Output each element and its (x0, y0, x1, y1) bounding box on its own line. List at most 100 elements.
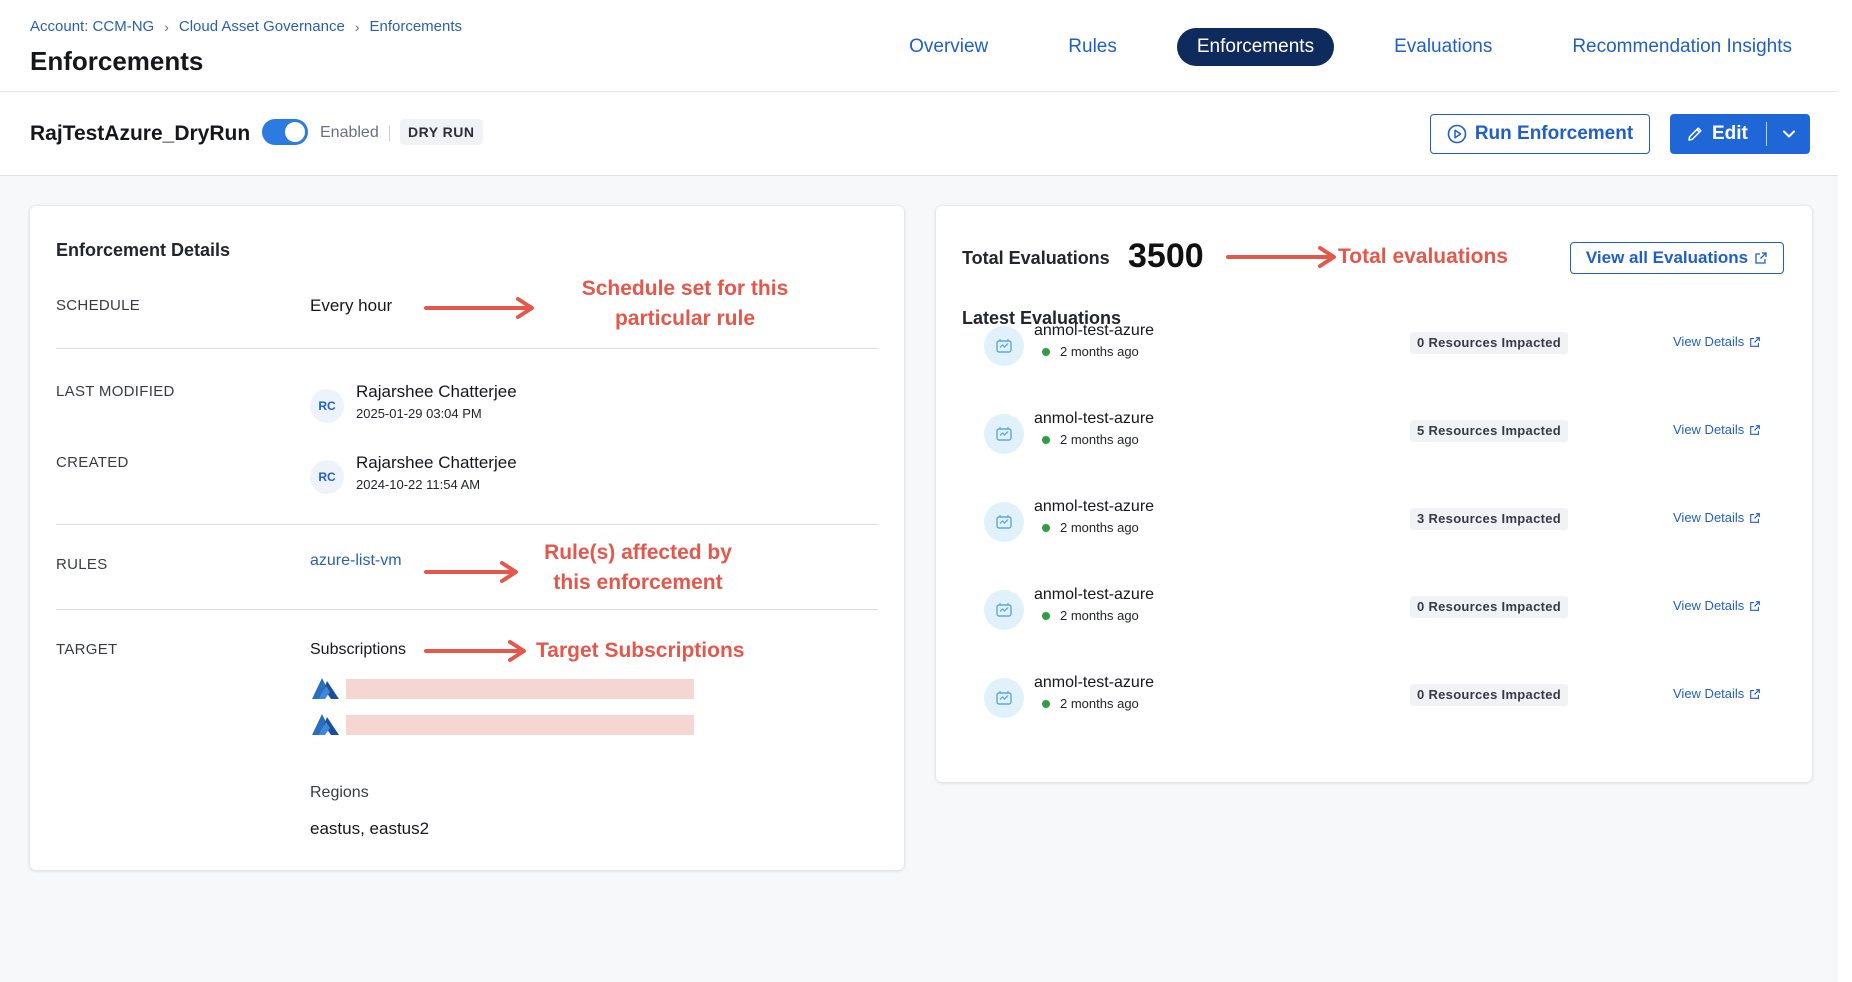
last-modified-label: LAST MODIFIED (56, 383, 175, 400)
view-all-evaluations-button[interactable]: View all Evaluations (1570, 242, 1784, 274)
view-details-link[interactable]: View Details (1673, 686, 1761, 701)
status-dot (1042, 700, 1050, 708)
arrow-right-icon (1226, 246, 1336, 268)
evaluation-row: anmol-test-azure 2 months ago 3 Resources … (936, 492, 1812, 552)
divider (389, 125, 390, 141)
rules-label: RULES (56, 556, 108, 573)
page-header: Account: CCM-NG › Cloud Asset Governance… (0, 0, 1838, 92)
redacted-subscription (346, 715, 694, 735)
external-link-icon (1750, 336, 1761, 347)
breadcrumb-section[interactable]: Cloud Asset Governance (179, 18, 345, 35)
avatar: RC (310, 389, 344, 423)
breadcrumb-current[interactable]: Enforcements (369, 18, 462, 35)
target-label: TARGET (56, 641, 118, 658)
breadcrumb: Account: CCM-NG › Cloud Asset Governance… (30, 18, 462, 35)
edit-label: Edit (1712, 123, 1748, 144)
last-modified-date: 2025-01-29 03:04 PM (356, 406, 482, 421)
resources-impacted-badge: 0 Resources Impacted (1410, 596, 1569, 618)
evaluation-time: 2 months ago (1060, 432, 1139, 447)
chevron-right-icon: › (164, 18, 169, 35)
divider (56, 524, 878, 525)
enforcement-header: RajTestAzure_DryRun Enabled DRY RUN Run … (0, 92, 1838, 176)
annotation-target: Target Subscriptions (536, 639, 745, 662)
avatar: RC (310, 460, 344, 494)
resources-impacted-badge: 0 Resources Impacted (1410, 684, 1569, 706)
annotation-schedule: Schedule set for this particular rule (581, 277, 789, 330)
rule-link[interactable]: azure-list-vm (310, 552, 402, 570)
breadcrumb-account[interactable]: Account: CCM-NG (30, 18, 154, 35)
status-dot (1042, 348, 1050, 356)
tab-recommendation-insights[interactable]: Recommendation Insights (1552, 28, 1812, 66)
tab-overview[interactable]: Overview (889, 28, 1008, 66)
regions-value: eastus, eastus2 (310, 819, 430, 838)
evaluation-time: 2 months ago (1060, 344, 1139, 359)
evaluation-time: 2 months ago (1060, 608, 1139, 623)
evaluation-time: 2 months ago (1060, 520, 1139, 535)
divider (56, 348, 878, 349)
annotation-rules: Rule(s) affected by this enforcement (544, 541, 732, 594)
evaluation-name: anmol-test-azure (1034, 674, 1155, 691)
evaluation-icon (984, 678, 1024, 718)
last-modified-user: Rajarshee Chatterjee (356, 382, 517, 401)
schedule-value: Every hour (310, 296, 393, 315)
view-all-label: View all Evaluations (1585, 248, 1749, 267)
enforcement-name: RajTestAzure_DryRun (30, 122, 251, 145)
evaluation-icon (984, 326, 1024, 366)
edit-dropdown-button[interactable] (1767, 129, 1810, 139)
external-link-icon (1750, 512, 1761, 523)
status-dot (1042, 524, 1050, 532)
arrow-right-icon (424, 297, 534, 319)
nav-tabs: Overview Rules Enforcements Evaluations … (869, 28, 1838, 66)
view-details-link[interactable]: View Details (1673, 334, 1761, 349)
play-circle-icon (1447, 124, 1467, 144)
divider (56, 609, 878, 610)
redacted-subscription (346, 679, 694, 699)
pencil-icon (1688, 127, 1702, 141)
evaluation-name: anmol-test-azure (1034, 498, 1155, 515)
tab-evaluations[interactable]: Evaluations (1374, 28, 1512, 66)
view-details-label: View Details (1673, 686, 1745, 701)
status-dot (1042, 612, 1050, 620)
view-details-link[interactable]: View Details (1673, 422, 1761, 437)
chevron-right-icon: › (354, 18, 360, 35)
edit-button[interactable]: Edit (1670, 123, 1766, 145)
resources-impacted-badge: 0 Resources Impacted (1410, 332, 1569, 354)
run-enforcement-button[interactable]: Run Enforcement (1430, 114, 1650, 154)
evaluation-name: anmol-test-azure (1034, 586, 1155, 603)
created-date: 2024-10-22 11:54 AM (356, 477, 481, 492)
evaluation-icon (984, 414, 1024, 454)
view-details-link[interactable]: View Details (1673, 598, 1761, 613)
schedule-label: SCHEDULE (56, 297, 141, 314)
resources-impacted-badge: 3 Resources Impacted (1410, 508, 1569, 530)
arrow-right-icon (424, 640, 526, 662)
subscriptions-label: Subscriptions (310, 641, 407, 658)
tab-rules[interactable]: Rules (1048, 28, 1137, 66)
view-details-label: View Details (1673, 510, 1745, 525)
created-label: CREATED (56, 454, 129, 471)
enabled-toggle[interactable] (262, 119, 308, 145)
view-details-label: View Details (1673, 598, 1745, 613)
view-details-link[interactable]: View Details (1673, 510, 1761, 525)
evaluations-card: Total Evaluations 3500 View all Evaluati… (936, 206, 1812, 782)
azure-logo (312, 714, 339, 735)
annotation-total: Total evaluations (1338, 245, 1508, 268)
tab-enforcements[interactable]: Enforcements (1176, 28, 1335, 66)
external-link-icon (1750, 424, 1761, 435)
dry-run-badge: DRY RUN (400, 119, 483, 145)
evaluation-name: anmol-test-azure (1034, 410, 1155, 427)
evaluation-row: anmol-test-azure 2 months ago 5 Resources … (936, 404, 1812, 464)
page-title: Enforcements (30, 46, 204, 76)
evaluation-row: anmol-test-azure 2 months ago 0 Resources … (936, 316, 1812, 376)
total-evaluations-label: Total Evaluations (962, 248, 1110, 268)
azure-logo (312, 678, 339, 699)
view-details-label: View Details (1673, 334, 1745, 349)
evaluation-icon (984, 502, 1024, 542)
edit-button-group: Edit (1670, 114, 1810, 154)
evaluation-time: 2 months ago (1060, 696, 1139, 711)
total-evaluations-value: 3500 (1128, 237, 1204, 275)
evaluation-row: anmol-test-azure 2 months ago 0 Resources … (936, 668, 1812, 728)
chevron-down-icon (1782, 130, 1795, 138)
run-enforcement-label: Run Enforcement (1474, 123, 1634, 144)
external-link-icon (1750, 600, 1761, 611)
created-user: Rajarshee Chatterjee (356, 453, 517, 472)
